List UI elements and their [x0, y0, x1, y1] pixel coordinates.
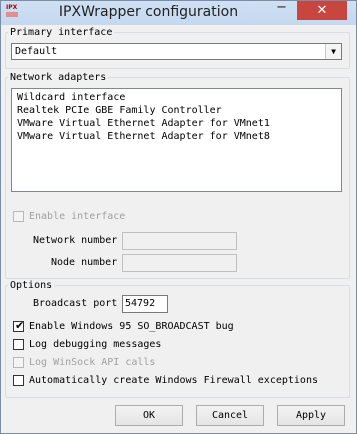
title-bar[interactable]: IPX IPXWrapper configuration − ✕: [1, 1, 356, 25]
node-number-label: Node number: [51, 257, 118, 268]
cancel-button[interactable]: Cancel: [196, 405, 264, 426]
broadcast-port-label: Broadcast port: [33, 298, 118, 309]
log-debug-label: Log debugging messages: [29, 339, 162, 350]
network-adapters-legend: Network adapters: [10, 72, 107, 83]
minimize-button[interactable]: −: [269, 1, 294, 20]
node-number-field[interactable]: [122, 254, 237, 272]
adapter-item-vmnet1[interactable]: VMware Virtual Ethernet Adapter for VMne…: [17, 118, 270, 130]
chevron-down-icon[interactable]: ▼: [325, 44, 341, 59]
win95-broadcast-checkbox[interactable]: ✔: [13, 319, 25, 332]
log-debug-checkbox[interactable]: [13, 339, 24, 350]
apply-button[interactable]: Apply: [277, 405, 345, 426]
checkmark-icon: ✔: [15, 319, 25, 332]
window-title: IPXWrapper configuration: [58, 4, 239, 20]
ok-button[interactable]: OK: [115, 405, 183, 426]
win95-broadcast-label: Enable Windows 95 SO_BROADCAST bug: [29, 321, 234, 332]
close-button[interactable]: ✕: [297, 1, 347, 20]
primary-interface-legend: Primary interface: [10, 27, 113, 38]
adapter-item-wildcard[interactable]: Wildcard interface: [17, 92, 125, 104]
firewall-exceptions-label: Automatically create Windows Firewall ex…: [29, 375, 318, 386]
adapter-list[interactable]: Wildcard interface Realtek PCIe GBE Fami…: [11, 88, 342, 192]
enable-interface-checkbox[interactable]: [13, 211, 24, 222]
broadcast-port-field[interactable]: 54792: [122, 295, 168, 313]
adapter-item-vmnet8[interactable]: VMware Virtual Ethernet Adapter for VMne…: [17, 131, 270, 143]
primary-interface-select[interactable]: Default ▼: [11, 43, 342, 60]
enable-interface-label: Enable interface: [29, 211, 126, 222]
log-winsock-label: Log WinSock API calls: [29, 357, 156, 368]
network-number-label: Network number: [33, 235, 118, 246]
options-legend: Options: [10, 280, 53, 291]
primary-interface-value: Default: [15, 46, 58, 57]
broadcast-port-value: 54792: [125, 298, 156, 309]
network-number-field[interactable]: [122, 232, 237, 250]
firewall-exceptions-checkbox[interactable]: [13, 375, 24, 386]
log-winsock-checkbox[interactable]: [13, 357, 24, 368]
adapter-item-realtek[interactable]: Realtek PCIe GBE Family Controller: [17, 105, 222, 117]
config-window: IPX IPXWrapper configuration − ✕ Primary…: [0, 0, 357, 434]
